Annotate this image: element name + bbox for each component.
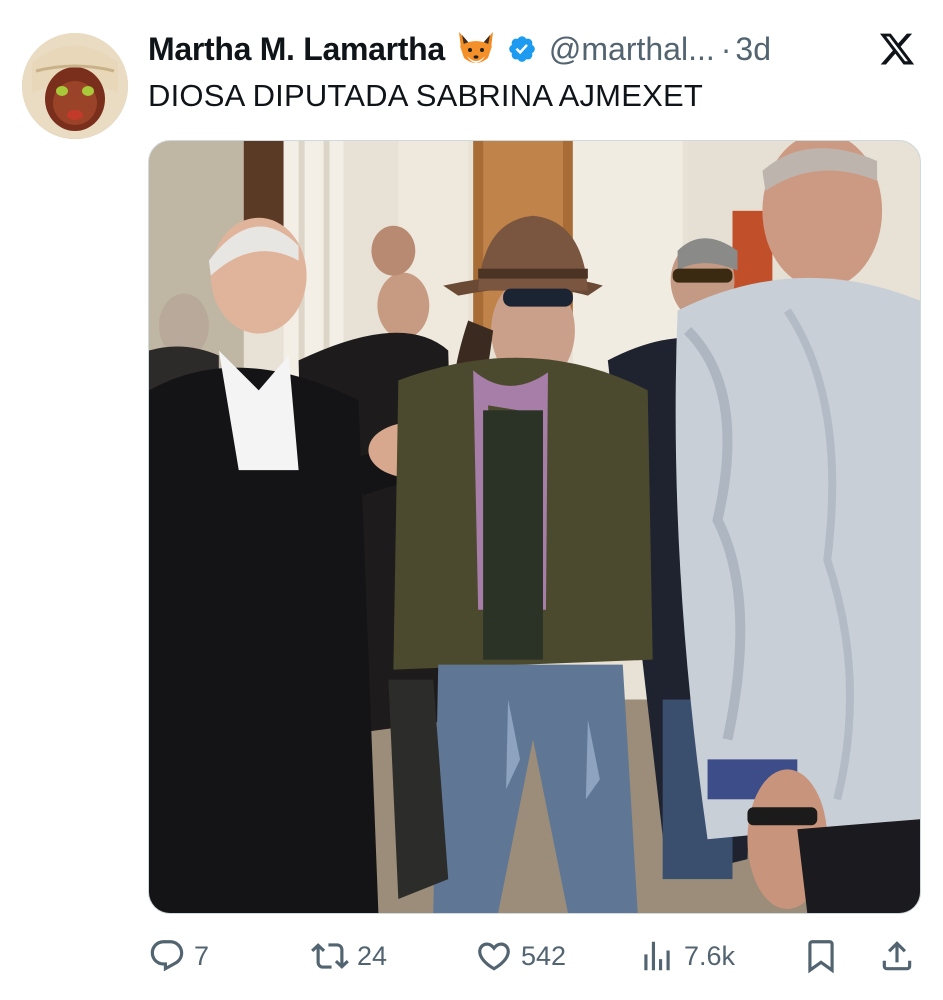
tweet-actions-bar: 7 24 542 7.6k (148, 930, 921, 982)
photo-content (149, 141, 920, 913)
retweet-icon (311, 937, 349, 975)
x-logo-icon[interactable] (878, 30, 916, 68)
verified-badge-icon (507, 34, 537, 64)
author-handle[interactable]: @marthal... (549, 31, 715, 68)
views-button[interactable]: 7.6k (638, 930, 735, 982)
bookmark-icon (802, 937, 840, 975)
author-display-name[interactable]: Martha M. Lamartha (148, 31, 445, 68)
heart-icon (475, 937, 513, 975)
tweet-timestamp[interactable]: 3d (735, 31, 771, 68)
like-button[interactable]: 542 (475, 930, 566, 982)
tweet-header: Martha M. Lamartha @marthal... · 3d (148, 26, 771, 72)
separator-dot: · (720, 30, 732, 67)
like-count: 542 (521, 940, 567, 971)
retweet-count: 24 (357, 940, 388, 971)
avatar-image (22, 33, 128, 139)
tweet-photo[interactable] (148, 140, 921, 914)
retweet-button[interactable]: 24 (311, 930, 387, 982)
avatar[interactable] (22, 33, 128, 139)
reply-icon (148, 937, 186, 975)
share-icon (878, 937, 916, 975)
reply-count: 7 (194, 940, 210, 971)
tweet-text: DIOSA DIPUTADA SABRINA AJMEXET (148, 78, 703, 113)
bookmark-button[interactable] (802, 930, 840, 982)
views-chart-icon (638, 937, 676, 975)
share-button[interactable] (878, 930, 916, 982)
tweet-card[interactable]: Martha M. Lamartha @marthal... · 3d DIOS… (0, 0, 943, 1000)
views-count: 7.6k (684, 940, 736, 971)
fox-emoji-icon (455, 28, 497, 70)
reply-button[interactable]: 7 (148, 930, 209, 982)
